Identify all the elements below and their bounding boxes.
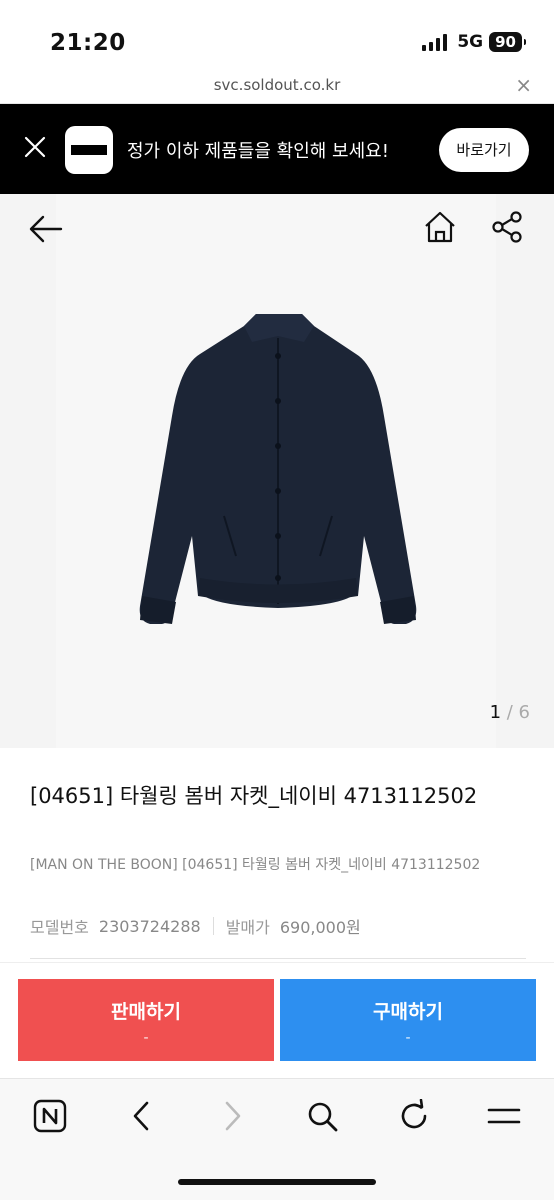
close-icon[interactable]: × <box>515 73 532 97</box>
price-label: 발매가 <box>225 918 270 937</box>
sell-label: 판매하기 <box>111 1001 181 1023</box>
promo-banner: 정가 이하 제품들을 확인해 보세요! 바로가기 <box>0 104 554 194</box>
browser-toolbar <box>0 1078 554 1200</box>
product-subtitle: [MAN ON THE BOON] [04651] 타월링 봄버 자켓_네이비 … <box>30 857 481 873</box>
home-indicator[interactable] <box>178 1179 376 1185</box>
promo-text: 정가 이하 제품들을 확인해 보세요! <box>127 141 389 162</box>
naver-icon[interactable] <box>33 1099 67 1133</box>
back-arrow-icon[interactable] <box>28 214 64 244</box>
sell-button[interactable]: 판매하기 - <box>18 979 274 1061</box>
pager-current: 1 <box>489 702 502 723</box>
share-icon[interactable] <box>490 210 524 244</box>
buy-button[interactable]: 구매하기 - <box>280 979 536 1061</box>
network-type: 5G <box>457 32 484 52</box>
chevron-right-icon[interactable] <box>215 1099 249 1133</box>
sell-price: - <box>143 1030 149 1046</box>
model-value: 2303724288 <box>98 916 201 936</box>
buy-price: - <box>405 1030 411 1046</box>
app-logo <box>65 126 113 174</box>
chevron-left-icon[interactable] <box>125 1099 159 1133</box>
refresh-icon[interactable] <box>397 1099 431 1133</box>
pager-separator: / <box>501 702 519 723</box>
search-icon[interactable] <box>305 1099 339 1133</box>
signal-icon <box>422 33 448 51</box>
action-bar: 판매하기 - 구매하기 - <box>0 962 554 1077</box>
product-specs: 모델번호 2303724288 발매가 690,000원 <box>30 914 361 938</box>
divider <box>30 958 526 959</box>
price-value: 690,000원 <box>279 918 361 937</box>
menu-icon[interactable] <box>487 1099 521 1133</box>
go-button[interactable]: 바로가기 <box>439 128 529 172</box>
product-title: [04651] 타월링 봄버 자켓_네이비 4713112502 <box>30 784 478 808</box>
status-bar: 21:20 5G 90 <box>0 0 554 70</box>
buy-label: 구매하기 <box>373 1001 443 1023</box>
status-indicators: 5G 90 <box>422 32 526 52</box>
close-icon[interactable] <box>22 134 48 160</box>
battery-indicator: 90 <box>489 32 526 52</box>
product-gallery[interactable]: 1 / 6 <box>0 194 554 748</box>
status-time: 21:20 <box>50 30 126 56</box>
home-icon[interactable] <box>422 210 458 244</box>
product-image <box>139 314 417 624</box>
url-bar[interactable]: svc.soldout.co.kr × <box>0 70 554 104</box>
pager-total: 6 <box>518 702 530 723</box>
gallery-pager: 1 / 6 <box>490 702 530 723</box>
url-text[interactable]: svc.soldout.co.kr <box>0 76 554 94</box>
spec-divider <box>212 917 214 935</box>
model-label: 모델번호 <box>30 918 89 937</box>
